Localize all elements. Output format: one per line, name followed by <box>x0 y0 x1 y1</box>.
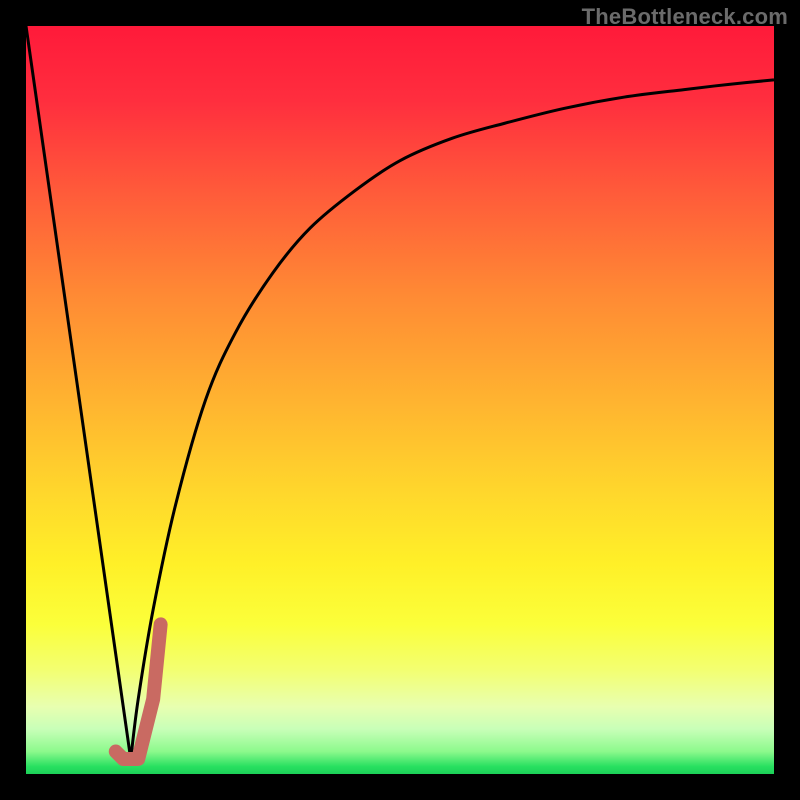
chart-frame: TheBottleneck.com <box>0 0 800 800</box>
watermark-text: TheBottleneck.com <box>582 4 788 30</box>
plot-area <box>26 26 774 774</box>
curve-layer <box>26 26 774 774</box>
descending-line <box>26 26 131 759</box>
ascending-curve <box>131 80 774 759</box>
